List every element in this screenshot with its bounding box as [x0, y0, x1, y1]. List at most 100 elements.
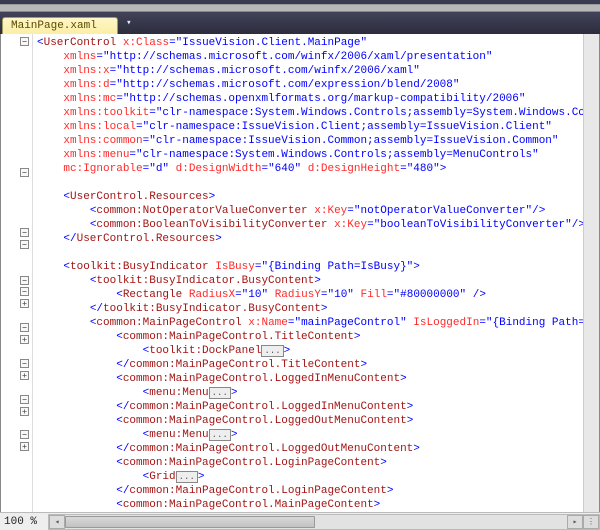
outline-gutter: − − − − − − + − + − + − + − +: [1, 34, 33, 512]
fold-expand-icon[interactable]: +: [20, 299, 29, 308]
code-line[interactable]: xmlns:d="http://schemas.microsoft.com/ex…: [37, 78, 583, 92]
fold-collapse-icon[interactable]: −: [20, 37, 29, 46]
code-content[interactable]: <UserControl x:Class="IssueVision.Client…: [33, 34, 583, 512]
code-line[interactable]: <toolkit:DockPanel...>: [37, 344, 583, 358]
code-line[interactable]: <common:NotOperatorValueConverter x:Key=…: [37, 204, 583, 218]
fold-collapse-icon[interactable]: −: [20, 323, 29, 332]
scroll-right-icon[interactable]: ▸: [567, 515, 583, 529]
fold-expand-icon[interactable]: +: [20, 371, 29, 380]
code-line[interactable]: [37, 176, 583, 190]
code-line[interactable]: </common:MainPageControl.TitleContent>: [37, 358, 583, 372]
fold-collapse-icon[interactable]: −: [20, 228, 29, 237]
code-line[interactable]: </toolkit:BusyIndicator.BusyContent>: [37, 302, 583, 316]
code-line[interactable]: xmlns:common="clr-namespace:IssueVision.…: [37, 134, 583, 148]
gutter-row: [1, 417, 32, 429]
code-line[interactable]: <common:MainPageControl.MainPageContent>: [37, 498, 583, 512]
code-line[interactable]: </UserControl.Resources>: [37, 232, 583, 246]
fold-collapse-icon[interactable]: −: [20, 395, 29, 404]
gutter-row: −: [1, 167, 32, 179]
collapsed-region[interactable]: ...: [209, 429, 231, 441]
gutter-row: [1, 500, 32, 512]
document-tab-strip: MainPage.xaml ▾: [0, 12, 600, 34]
gutter-row: [1, 143, 32, 155]
code-line[interactable]: <UserControl x:Class="IssueVision.Client…: [37, 36, 583, 50]
code-line[interactable]: </common:MainPageControl.LoggedInMenuCon…: [37, 400, 583, 414]
gutter-row: [1, 262, 32, 274]
code-line[interactable]: <common:MainPageControl.TitleContent>: [37, 330, 583, 344]
collapsed-region[interactable]: ...: [176, 471, 198, 483]
code-line[interactable]: <common:MainPageControl x:Name="mainPage…: [37, 316, 583, 330]
code-line[interactable]: mc:Ignorable="d" d:DesignWidth="640" d:D…: [37, 162, 583, 176]
gutter-row: [1, 60, 32, 72]
code-line[interactable]: <common:MainPageControl.LoginPageContent…: [37, 456, 583, 470]
gutter-row: −: [1, 238, 32, 250]
code-line[interactable]: <common:BooleanToVisibilityConverter x:K…: [37, 218, 583, 232]
code-line[interactable]: <menu:Menu...>: [37, 386, 583, 400]
gutter-row: [1, 179, 32, 191]
document-tab-title: MainPage.xaml: [11, 20, 97, 32]
gutter-row: −: [1, 429, 32, 441]
gutter-row: −: [1, 286, 32, 298]
gutter-row: [1, 107, 32, 119]
gutter-row: [1, 465, 32, 477]
gutter-row: [1, 119, 32, 131]
gutter-row: [1, 250, 32, 262]
code-editor: − − − − − − + − + − + − + − + <UserControl x:Class="Is…: [0, 34, 600, 512]
fold-collapse-icon[interactable]: −: [20, 240, 29, 249]
tab-dropdown-icon[interactable]: ▾: [122, 16, 136, 30]
gutter-row: [1, 48, 32, 60]
fold-collapse-icon[interactable]: −: [20, 168, 29, 177]
fold-collapse-icon[interactable]: −: [20, 287, 29, 296]
gutter-row: −: [1, 36, 32, 48]
fold-expand-icon[interactable]: +: [20, 442, 29, 451]
fold-collapse-icon[interactable]: −: [20, 430, 29, 439]
gutter-row: [1, 215, 32, 227]
code-line[interactable]: xmlns:x="http://schemas.microsoft.com/wi…: [37, 64, 583, 78]
gutter-row: [1, 488, 32, 500]
gutter-row: +: [1, 441, 32, 453]
code-line[interactable]: xmlns:menu="clr-namespace:System.Windows…: [37, 148, 583, 162]
code-line[interactable]: xmlns="http://schemas.microsoft.com/winf…: [37, 50, 583, 64]
gutter-row: [1, 191, 32, 203]
horizontal-scrollbar[interactable]: ◂ ▸ ⋮: [48, 514, 600, 530]
fold-collapse-icon[interactable]: −: [20, 359, 29, 368]
gutter-row: [1, 131, 32, 143]
gutter-row: +: [1, 405, 32, 417]
code-line[interactable]: </common:MainPageControl.LoginPageConten…: [37, 484, 583, 498]
code-line[interactable]: <UserControl.Resources>: [37, 190, 583, 204]
zoom-level[interactable]: 100 %: [0, 516, 48, 528]
gutter-row: [1, 381, 32, 393]
code-line[interactable]: <Grid...>: [37, 470, 583, 484]
code-line[interactable]: xmlns:local="clr-namespace:IssueVision.C…: [37, 120, 583, 134]
gutter-row: +: [1, 298, 32, 310]
code-line[interactable]: <common:MainPageControl.LoggedInMenuCont…: [37, 372, 583, 386]
code-line[interactable]: xmlns:toolkit="clr-namespace:System.Wind…: [37, 106, 583, 120]
fold-collapse-icon[interactable]: −: [20, 276, 29, 285]
code-line[interactable]: xmlns:mc="http://schemas.openxmlformats.…: [37, 92, 583, 106]
gutter-row: −: [1, 227, 32, 239]
code-line[interactable]: <toolkit:BusyIndicator IsBusy="{Binding …: [37, 260, 583, 274]
gutter-row: −: [1, 322, 32, 334]
code-line[interactable]: [37, 246, 583, 260]
fold-expand-icon[interactable]: +: [20, 335, 29, 344]
code-line[interactable]: </common:MainPageControl.LoggedOutMenuCo…: [37, 442, 583, 456]
gutter-row: +: [1, 334, 32, 346]
vertical-scrollbar[interactable]: [583, 34, 599, 512]
gutter-row: [1, 72, 32, 84]
code-line[interactable]: <menu:Menu...>: [37, 428, 583, 442]
gutter-row: [1, 310, 32, 322]
code-line[interactable]: <Rectangle RadiusX="10" RadiusY="10" Fil…: [37, 288, 583, 302]
fold-expand-icon[interactable]: +: [20, 407, 29, 416]
code-line[interactable]: <common:MainPageControl.LoggedOutMenuCon…: [37, 414, 583, 428]
scroll-thumb[interactable]: [65, 516, 315, 528]
gutter-row: −: [1, 274, 32, 286]
code-line[interactable]: <toolkit:BusyIndicator.BusyContent>: [37, 274, 583, 288]
collapsed-region[interactable]: ...: [209, 387, 231, 399]
collapsed-region[interactable]: ...: [261, 345, 283, 357]
splitter-grip-icon[interactable]: ⋮: [583, 515, 599, 529]
document-tab-active[interactable]: MainPage.xaml: [2, 17, 118, 34]
scroll-left-icon[interactable]: ◂: [49, 515, 65, 529]
gutter-row: −: [1, 357, 32, 369]
gutter-row: −: [1, 393, 32, 405]
gutter-row: [1, 477, 32, 489]
